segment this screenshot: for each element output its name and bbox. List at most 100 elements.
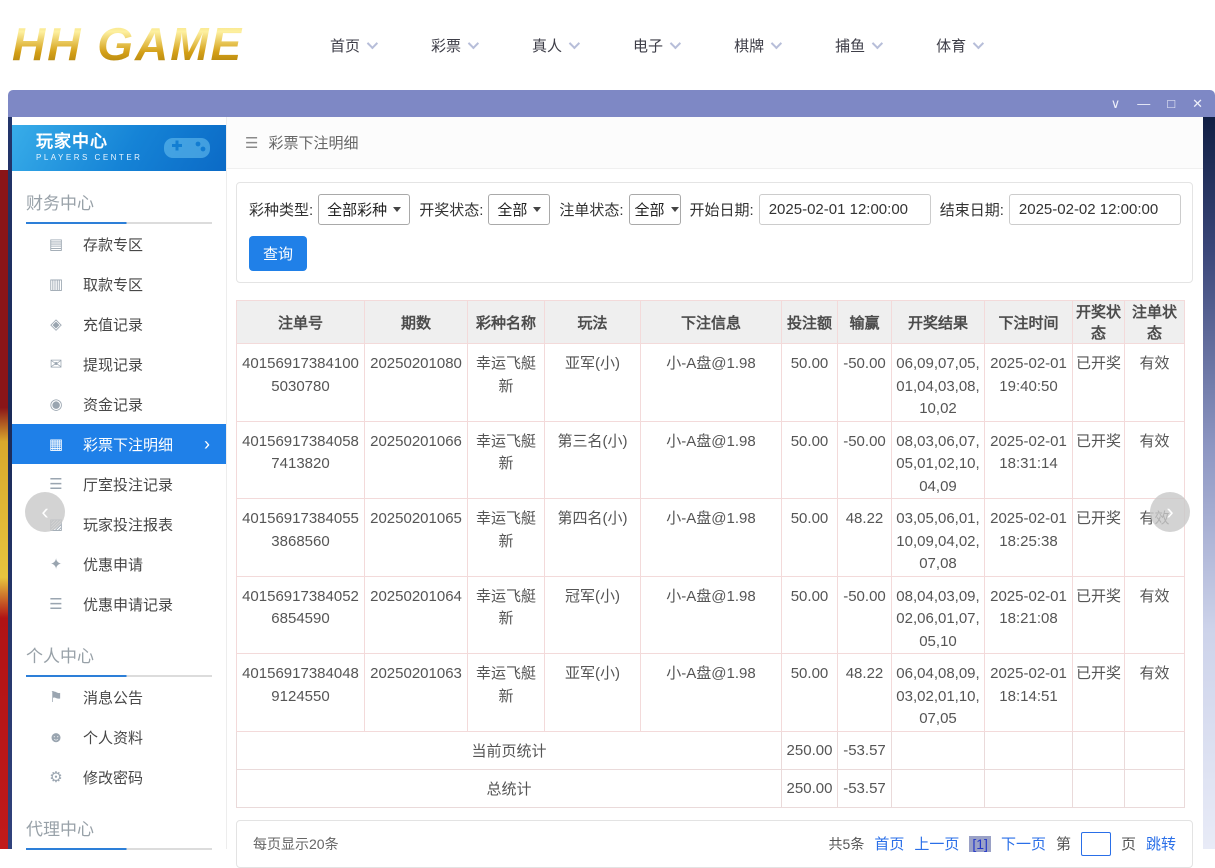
cell: 已开奖 — [1073, 654, 1125, 732]
column-header: 开奖状态 — [1073, 301, 1125, 344]
minimize-icon[interactable]: — — [1137, 97, 1150, 110]
sidebar-item-label: 个人资料 — [83, 727, 143, 748]
cell: 2025-02-01 18:31:14 — [985, 421, 1073, 499]
end-date-label: 结束日期: — [940, 199, 1004, 220]
window-right-border — [1203, 117, 1215, 849]
cell: 06,09,07,05,01,04,03,08,10,02 — [892, 344, 985, 422]
jump-button[interactable]: 跳转 — [1146, 833, 1176, 854]
sidebar-item-withdrawal-records[interactable]: ✉提现记录 — [12, 344, 226, 384]
withdraw-hand-icon: ▥ — [47, 275, 65, 293]
next-page-link[interactable]: 下一页 — [1001, 833, 1046, 854]
sidebar-item-label: 消息公告 — [83, 687, 143, 708]
main-nav: 首页 彩票 真人 电子 棋牌 捕鱼 体育 — [330, 0, 981, 90]
summary-row: 总统计250.00-53.57 — [237, 769, 1185, 807]
nav-item[interactable]: 捕鱼 — [835, 35, 880, 56]
cell: 幸运飞艇新 — [468, 421, 545, 499]
column-header: 开奖结果 — [892, 301, 985, 344]
nav-item-label: 首页 — [330, 35, 360, 56]
lottery-type-value: 全部彩种 — [327, 199, 387, 220]
chevron-right-icon: › — [204, 435, 210, 453]
summary-empty-cell — [985, 769, 1073, 807]
cell: 幸运飞艇新 — [468, 499, 545, 577]
cell: -50.00 — [838, 421, 892, 499]
column-header: 下注时间 — [985, 301, 1073, 344]
cell: 20250201080 — [365, 344, 468, 422]
page-size-text: 每页显示20条 — [253, 834, 339, 854]
menu-icon[interactable]: ☰ — [245, 134, 258, 152]
prev-page-link[interactable]: 上一页 — [914, 833, 959, 854]
cell: 有效 — [1125, 654, 1185, 732]
maximize-icon[interactable]: □ — [1167, 97, 1175, 110]
sidebar-item-label: 资金记录 — [83, 394, 143, 415]
sidebar-section-title: 代理中心 — [26, 815, 226, 840]
cell: 06,04,08,09,03,02,01,10,07,05 — [892, 654, 985, 732]
order-status-label: 注单状态: — [559, 199, 623, 220]
end-date-input[interactable] — [1009, 194, 1181, 225]
first-page-link[interactable]: 首页 — [874, 833, 904, 854]
cell: -50.00 — [838, 576, 892, 654]
cell: 20250201064 — [365, 576, 468, 654]
nav-item[interactable]: 彩票 — [431, 35, 476, 56]
summary-row: 当前页统计250.00-53.57 — [237, 731, 1185, 769]
select-arrow-icon — [393, 207, 401, 212]
current-page-badge: [1] — [969, 836, 991, 852]
cell: 08,04,03,09,02,06,01,07,05,10 — [892, 576, 985, 654]
sidebar-header: 玩家中心 PLAYERS CENTER — [12, 125, 226, 171]
sidebar-item-label: 取款专区 — [83, 274, 143, 295]
sidebar-item-announcements[interactable]: ⚑消息公告 — [12, 677, 226, 717]
lottery-list-icon: ▦ — [47, 435, 65, 453]
bet-table: 注单号期数彩种名称玩法下注信息投注额输赢开奖结果下注时间开奖状态注单状态 401… — [236, 300, 1185, 808]
window-content: 玩家中心 PLAYERS CENTER 财务中心▤存款专区▥取款专区◈充值记录✉… — [12, 117, 1203, 849]
nav-item[interactable]: 真人 — [532, 35, 577, 56]
cell: 有效 — [1125, 576, 1185, 654]
pagination-controls: 共5条 首页 上一页 [1] 下一页 第 页 跳转 — [829, 832, 1176, 856]
dropdown-icon[interactable]: ∨ — [1111, 97, 1121, 110]
lottery-type-label: 彩种类型: — [249, 199, 313, 220]
cell: 401569173841005030780 — [237, 344, 365, 422]
sidebar-item-profile[interactable]: ☻个人资料 — [12, 717, 226, 757]
column-header: 下注信息 — [641, 301, 782, 344]
sidebar-item-promo-apply[interactable]: ✦优惠申请 — [12, 544, 226, 584]
sidebar-item-funds-records[interactable]: ◉资金记录 — [12, 384, 226, 424]
order-status-select[interactable]: 全部 — [629, 194, 681, 225]
sidebar-item-label: 存款专区 — [83, 234, 143, 255]
column-header: 注单号 — [237, 301, 365, 344]
sidebar-item-label: 提现记录 — [83, 354, 143, 375]
sidebar-item-withdraw-zone[interactable]: ▥ 取款专区 — [12, 264, 226, 304]
sidebar-item-recharge-records[interactable]: ◈充值记录 — [12, 304, 226, 344]
cell: 48.22 — [838, 499, 892, 577]
sidebar-item-promo-apply-records[interactable]: ☰优惠申请记录 — [12, 584, 226, 624]
nav-item[interactable]: 电子 — [633, 35, 678, 56]
sidebar-item-lottery-bet-details[interactable]: ▦彩票下注明细› — [12, 424, 226, 464]
table-row: 40156917384055386856020250201065幸运飞艇新第四名… — [237, 499, 1185, 577]
gift-icon: ✦ — [47, 555, 65, 573]
cell: 401569173840489124550 — [237, 654, 365, 732]
nav-item[interactable]: 首页 — [330, 35, 375, 56]
nav-item[interactable]: 体育 — [936, 35, 981, 56]
summary-bet-total: 250.00 — [782, 731, 838, 769]
draw-status-select[interactable]: 全部 — [488, 194, 550, 225]
sidebar-collapse-button[interactable]: ‹ — [25, 492, 65, 532]
panel-expand-button[interactable]: › — [1150, 492, 1190, 532]
lottery-type-select[interactable]: 全部彩种 — [318, 194, 410, 225]
table-body: 40156917384100503078020250201080幸运飞艇新亚军(… — [237, 344, 1185, 808]
column-header: 注单状态 — [1125, 301, 1185, 344]
cell: 20250201066 — [365, 421, 468, 499]
nav-item[interactable]: 棋牌 — [734, 35, 779, 56]
cell: 2025-02-01 19:40:50 — [985, 344, 1073, 422]
section-underline — [26, 848, 212, 850]
cell: 20250201063 — [365, 654, 468, 732]
summary-label: 当前页统计 — [237, 731, 782, 769]
select-arrow-icon — [671, 207, 679, 212]
cell: 50.00 — [782, 576, 838, 654]
sidebar-item-deposit-zone[interactable]: ▤存款专区 — [12, 224, 226, 264]
summary-winloss-total: -53.57 — [838, 769, 892, 807]
cell: 48.22 — [838, 654, 892, 732]
sidebar-item-change-password[interactable]: ⚙修改密码 — [12, 757, 226, 797]
query-button[interactable]: 查询 — [249, 236, 307, 271]
close-icon[interactable]: ✕ — [1192, 97, 1203, 110]
pagination-bar: 每页显示20条 共5条 首页 上一页 [1] 下一页 第 页 跳转 — [236, 820, 1193, 868]
page-jump-input[interactable] — [1081, 832, 1111, 856]
chevron-down-icon — [569, 38, 580, 49]
start-date-input[interactable] — [759, 194, 931, 225]
